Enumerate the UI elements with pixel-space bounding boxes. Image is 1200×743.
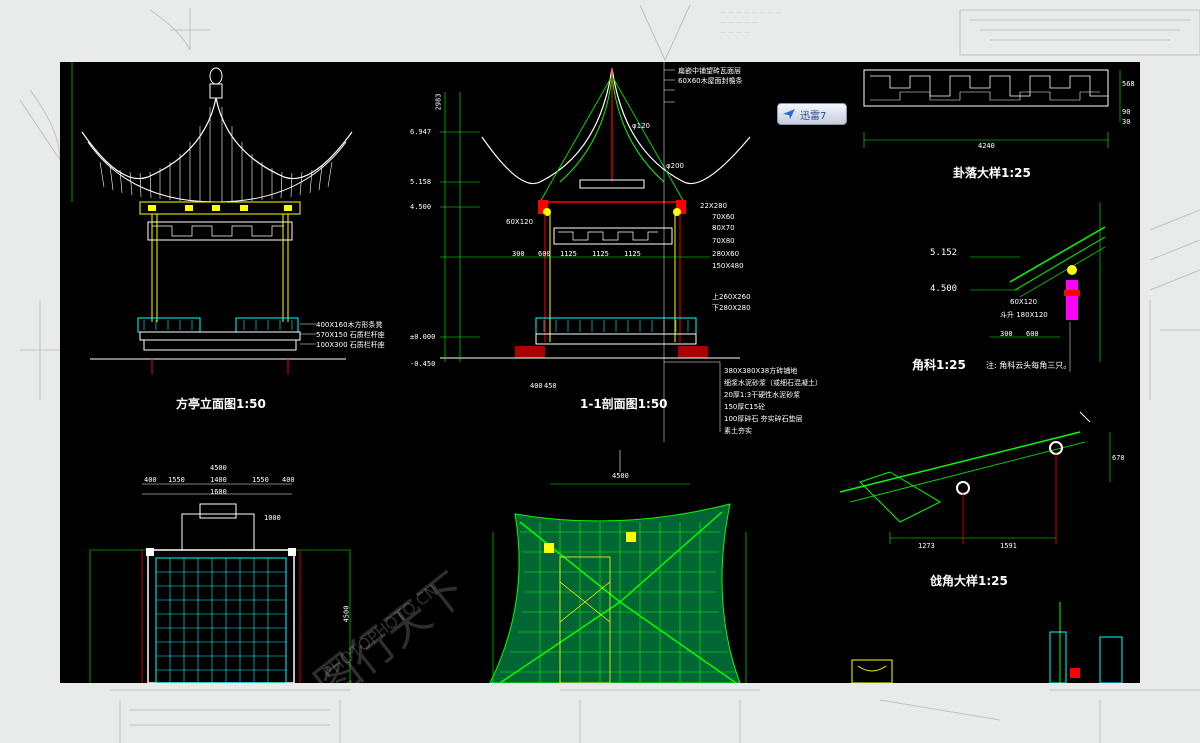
section-note-12: 上260X260 [712, 293, 751, 301]
dim-5152: 5.152 [930, 248, 958, 258]
dim-plan-d: 1550 [252, 476, 269, 484]
dim-plan-c: 1400 [210, 476, 227, 484]
elevation-view [71, 62, 353, 374]
railing-detail-title: 卦落大样1:25 [953, 166, 1031, 180]
dim-568: 568 [1122, 80, 1135, 88]
dim-600: 600 [1026, 330, 1039, 338]
dim-plan-a: 400 [144, 476, 157, 484]
section-note-1: 扁嵌中铺望砖瓦面层 [678, 67, 741, 75]
dim-1591: 1591 [1000, 542, 1017, 550]
dim-plan-total: 4500 [210, 464, 227, 472]
section-note-2: 60X60木屋面封檐条 [678, 77, 743, 85]
foundation-note-4: 150厚C15砼 [724, 403, 766, 411]
flying-corner-title: 戗角大样1:25 [930, 574, 1008, 588]
section-title: 1-1剖面图1:50 [580, 397, 668, 411]
section-note-9: 280X60 [712, 250, 740, 258]
railing-note-3: 100X300 石质栏杆座 [316, 341, 385, 349]
corner-note-1: 60X120 [1010, 298, 1038, 306]
dim-670: 670 [1112, 454, 1125, 462]
dim-plan-e: 400 [282, 476, 295, 484]
dim-h4500: 4.500 [410, 203, 432, 211]
partial-detail-view [851, 602, 1123, 683]
elevation-title: 方亭立面图1:50 [176, 397, 266, 411]
foundation-note-6: 素土夯实 [724, 427, 752, 435]
dim-plan-g: 1000 [264, 514, 281, 522]
svg-text:— — — —: — — — — [720, 29, 750, 36]
railing-note-1: 400X160木方形条凳 [316, 321, 383, 329]
corner-view [970, 202, 1106, 372]
corner-title: 角科1:25 [912, 358, 966, 372]
section-note-5: 22X280 [700, 202, 728, 210]
dim-90: 90 [1122, 108, 1131, 116]
dim-s400: 400 [530, 382, 543, 390]
dim-0450: -0.450 [410, 360, 436, 368]
dim-plan-f: 1600 [210, 488, 227, 496]
bird-icon [783, 109, 795, 119]
dim-s1125c: 1125 [624, 250, 641, 258]
foundation-note-1: 380X380X38方砖铺地 [724, 367, 798, 375]
foundation-note-2: 细浆水泥砂浆（或细石混凝土） [724, 379, 822, 387]
dim-2983: 2983 [434, 93, 443, 111]
foundation-note-3: 20厚1:3干硬性水泥砂浆 [724, 391, 801, 399]
cad-drawing [71, 62, 1123, 683]
dim-4500: 4.500 [930, 284, 958, 294]
section-note-7: 80X70 [712, 224, 735, 232]
section-note-8: 70X80 [712, 237, 735, 245]
thunder-badge[interactable]: 迅雷7 [777, 103, 847, 125]
dim-s1125b: 1125 [592, 250, 609, 258]
section-note-11: 60X120 [506, 218, 534, 226]
dim-railing-width: 4240 [978, 142, 995, 150]
dim-s450: 450 [544, 382, 557, 390]
section-note-6: 70X60 [712, 213, 735, 221]
dim-plan-side: 4500 [342, 605, 351, 623]
svg-text:— — — — — — — —: — — — — — — — — [720, 9, 781, 16]
roof-plan-view [489, 450, 747, 683]
flying-corner-view [839, 411, 1111, 544]
dim-roof-total: 4500 [612, 472, 629, 480]
badge-label: 迅雷7 [800, 111, 827, 122]
dim-5158: 5.158 [410, 178, 432, 186]
dim-300: 300 [1000, 330, 1013, 338]
dim-s600: 600 [538, 250, 551, 258]
svg-text:— — — — —: — — — — — [720, 19, 758, 26]
dim-s1125a: 1125 [560, 250, 577, 258]
railing-view [863, 69, 1121, 148]
foundation-note-5: 100厚碎石 夯实碎石垫层 [724, 415, 803, 423]
cad-canvas[interactable]: 方亭立面图1:50 1-1剖面图1:50 卦落大样1:25 角科1:25 注: … [60, 62, 1140, 683]
dim-6947: 6.947 [410, 128, 432, 136]
dim-plan-b: 1550 [168, 476, 185, 484]
section-note-10: 150X480 [712, 262, 744, 270]
corner-note: 注: 角科云头每角三只。 [986, 361, 1072, 370]
section-note-3: φ120 [632, 122, 650, 130]
dim-1273: 1273 [918, 542, 935, 550]
dim-s300: 300 [512, 250, 525, 258]
dim-30: 30 [1122, 118, 1131, 126]
section-note-4: φ200 [666, 162, 684, 170]
dim-0000: ±0.000 [410, 333, 436, 341]
railing-note-2: 570X150 石质栏杆座 [316, 331, 385, 339]
corner-note-2: 斗升 180X120 [1000, 311, 1048, 319]
section-note-13: 下280X280 [712, 304, 751, 312]
